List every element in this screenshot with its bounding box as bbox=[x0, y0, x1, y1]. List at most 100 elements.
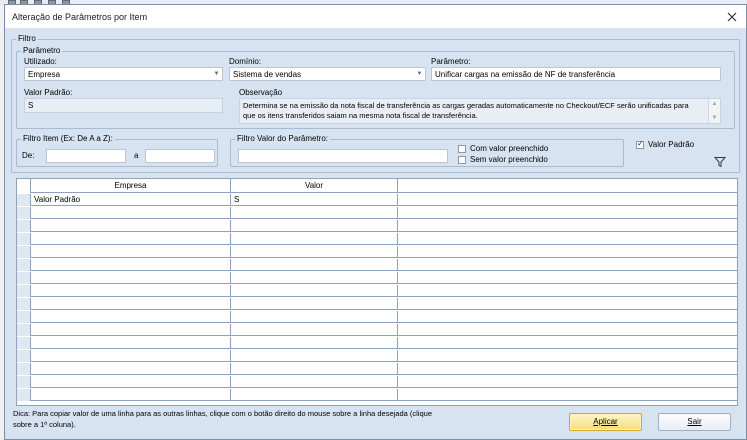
cell-empresa[interactable] bbox=[31, 207, 231, 219]
valor-padrao-check-label[interactable]: Valor Padrão bbox=[648, 140, 694, 150]
filtro-group: Filtro Parâmetro Utilizado: Empresa ▼ Do… bbox=[11, 34, 740, 173]
cell-empresa[interactable] bbox=[31, 311, 231, 323]
table-row[interactable] bbox=[17, 363, 737, 375]
column-header-valor[interactable]: Valor bbox=[231, 179, 398, 193]
cell-empresa[interactable] bbox=[31, 363, 231, 375]
de-input[interactable] bbox=[46, 149, 126, 163]
row-indicator[interactable] bbox=[17, 350, 31, 362]
cell-empresa[interactable] bbox=[31, 220, 231, 232]
cell-valor[interactable] bbox=[231, 376, 398, 388]
parametro-field[interactable]: Unificar cargas na emissão de NF de tran… bbox=[431, 67, 721, 81]
table-row[interactable] bbox=[17, 233, 737, 245]
cell-valor[interactable] bbox=[231, 324, 398, 336]
cell-valor[interactable] bbox=[231, 220, 398, 232]
cell-empresa[interactable] bbox=[31, 272, 231, 284]
observacao-label: Observação bbox=[239, 88, 283, 97]
table-row[interactable]: Valor Padrão S bbox=[17, 194, 737, 206]
table-row[interactable] bbox=[17, 272, 737, 284]
cell-valor[interactable] bbox=[231, 285, 398, 297]
table-row[interactable] bbox=[17, 324, 737, 336]
items-grid[interactable]: Empresa Valor Valor Padrão S bbox=[16, 178, 738, 406]
cell-empresa[interactable]: Valor Padrão bbox=[31, 194, 231, 206]
observacao-scrollbar[interactable]: ▲ ▼ bbox=[708, 99, 720, 123]
cell-empresa[interactable] bbox=[31, 298, 231, 310]
table-row[interactable] bbox=[17, 350, 737, 362]
dominio-select[interactable]: Sistema de vendas ▼ bbox=[229, 67, 426, 81]
cell-valor[interactable] bbox=[231, 350, 398, 362]
table-row[interactable] bbox=[17, 246, 737, 258]
sem-valor-label[interactable]: Sem valor preenchido bbox=[470, 155, 548, 165]
chevron-down-icon[interactable]: ▼ bbox=[414, 68, 425, 80]
filtro-group-label: Filtro bbox=[16, 34, 38, 44]
valor-padrao-field: S bbox=[24, 98, 223, 113]
cell-valor[interactable] bbox=[231, 363, 398, 375]
row-indicator[interactable] bbox=[17, 389, 31, 401]
row-indicator[interactable] bbox=[17, 285, 31, 297]
cell-empresa[interactable] bbox=[31, 337, 231, 349]
cell-valor[interactable] bbox=[231, 259, 398, 271]
cell-empresa[interactable] bbox=[31, 376, 231, 388]
grid-header: Empresa Valor bbox=[17, 179, 737, 193]
row-indicator[interactable] bbox=[17, 363, 31, 375]
cell-valor[interactable]: S bbox=[231, 194, 398, 206]
row-indicator[interactable] bbox=[17, 259, 31, 271]
scroll-down-icon[interactable]: ▼ bbox=[709, 113, 720, 123]
row-indicator[interactable] bbox=[17, 337, 31, 349]
utilizado-select[interactable]: Empresa ▼ bbox=[24, 67, 223, 81]
table-row[interactable] bbox=[17, 376, 737, 388]
close-button[interactable] bbox=[718, 5, 746, 29]
row-indicator[interactable] bbox=[17, 298, 31, 310]
com-valor-label[interactable]: Com valor preenchido bbox=[470, 144, 548, 154]
sem-valor-checkbox[interactable] bbox=[458, 156, 466, 164]
cell-valor[interactable] bbox=[231, 272, 398, 284]
filtro-item-label: Filtro Item (Ex: De A a Z): bbox=[21, 134, 115, 144]
filtro-valor-input[interactable] bbox=[238, 149, 448, 163]
observacao-text: Determina se na emissão da nota fiscal d… bbox=[239, 98, 721, 124]
parametro-label: Parâmetro: bbox=[431, 57, 471, 66]
table-row[interactable] bbox=[17, 337, 737, 349]
row-indicator[interactable] bbox=[17, 376, 31, 388]
filter-icon[interactable] bbox=[713, 156, 727, 168]
a-input[interactable] bbox=[145, 149, 215, 163]
close-icon bbox=[727, 12, 737, 22]
row-indicator[interactable] bbox=[17, 220, 31, 232]
com-valor-checkbox[interactable] bbox=[458, 145, 466, 153]
cell-valor[interactable] bbox=[231, 233, 398, 245]
row-indicator[interactable] bbox=[17, 207, 31, 219]
row-indicator[interactable] bbox=[17, 194, 31, 206]
table-row[interactable] bbox=[17, 298, 737, 310]
aplicar-button[interactable]: Aplicar bbox=[569, 413, 642, 431]
cell-valor[interactable] bbox=[231, 389, 398, 401]
cell-valor[interactable] bbox=[231, 337, 398, 349]
column-header-empresa[interactable]: Empresa bbox=[31, 179, 231, 193]
cell-valor[interactable] bbox=[231, 311, 398, 323]
cell-empresa[interactable] bbox=[31, 259, 231, 271]
table-row[interactable] bbox=[17, 389, 737, 401]
row-indicator[interactable] bbox=[17, 324, 31, 336]
utilizado-value: Empresa bbox=[28, 70, 61, 79]
cell-valor[interactable] bbox=[231, 207, 398, 219]
cell-empresa[interactable] bbox=[31, 246, 231, 258]
utilizado-label: Utilizado: bbox=[24, 57, 57, 66]
cell-empresa[interactable] bbox=[31, 285, 231, 297]
observacao-value: Determina se na emissão da nota fiscal d… bbox=[243, 101, 689, 120]
cell-valor[interactable] bbox=[231, 246, 398, 258]
table-row[interactable] bbox=[17, 220, 737, 232]
cell-empresa[interactable] bbox=[31, 350, 231, 362]
table-row[interactable] bbox=[17, 311, 737, 323]
table-row[interactable] bbox=[17, 259, 737, 271]
cell-empresa[interactable] bbox=[31, 324, 231, 336]
valor-padrao-checkbox[interactable] bbox=[636, 139, 644, 149]
row-indicator[interactable] bbox=[17, 233, 31, 245]
table-row[interactable] bbox=[17, 207, 737, 219]
cell-empresa[interactable] bbox=[31, 233, 231, 245]
table-row[interactable] bbox=[17, 285, 737, 297]
row-indicator[interactable] bbox=[17, 311, 31, 323]
scroll-up-icon[interactable]: ▲ bbox=[709, 99, 720, 109]
cell-valor[interactable] bbox=[231, 298, 398, 310]
cell-empresa[interactable] bbox=[31, 389, 231, 401]
sair-button[interactable]: Sair bbox=[658, 413, 731, 431]
row-indicator[interactable] bbox=[17, 272, 31, 284]
chevron-down-icon[interactable]: ▼ bbox=[211, 68, 222, 80]
row-indicator[interactable] bbox=[17, 246, 31, 258]
